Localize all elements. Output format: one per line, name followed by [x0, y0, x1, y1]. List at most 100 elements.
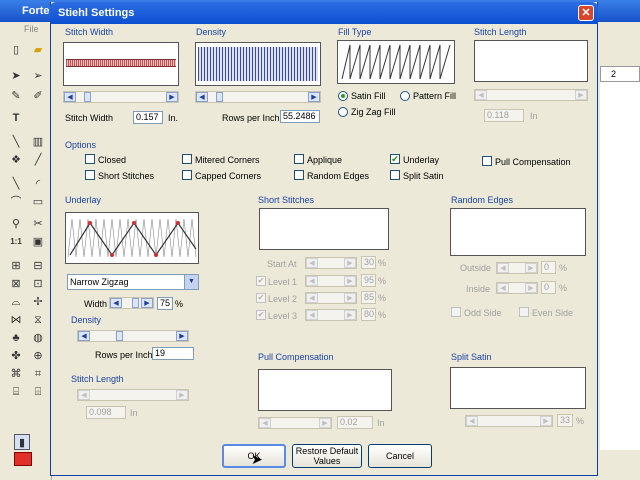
split-satin-checkbox[interactable] — [390, 170, 400, 180]
level1-slider[interactable]: ◀ ▶ — [305, 275, 357, 287]
stitch-tool-16-icon[interactable]: ⌹ — [30, 384, 46, 400]
capped-corners-checkbox[interactable] — [182, 170, 192, 180]
pull-comp-right-arrow-icon[interactable]: ▶ — [319, 418, 331, 428]
level3-input[interactable]: 80 — [361, 308, 376, 321]
level2-input[interactable]: 85 — [361, 291, 376, 304]
paint-icon[interactable]: ✎ — [8, 88, 24, 104]
rectangle-tool-icon[interactable]: ▭ — [30, 194, 46, 210]
arc-tool-icon[interactable]: ◜ — [30, 176, 46, 192]
stitch-tool-8-icon[interactable]: ⧖ — [30, 312, 46, 328]
pen-tool-icon[interactable]: ╱ — [30, 152, 46, 168]
measure-icon[interactable]: ✂ — [30, 216, 46, 232]
odd-side-checkbox[interactable] — [451, 307, 461, 317]
split-satin-slider[interactable]: ◀ ▶ — [465, 415, 553, 427]
stitch-tool-12-icon[interactable]: ⊕ — [30, 348, 46, 364]
stitch-width-left-arrow-icon[interactable]: ◀ — [64, 92, 76, 102]
mitered-corners-checkbox[interactable] — [182, 154, 192, 164]
thread-color-icon[interactable]: ▮ — [14, 434, 30, 450]
underlay-rows-input[interactable]: 19 — [152, 347, 194, 360]
underlay-density-left-arrow-icon[interactable]: ◀ — [78, 331, 90, 341]
menu-file[interactable]: File — [24, 24, 39, 34]
inside-left-arrow-icon[interactable]: ◀ — [497, 283, 509, 293]
underlay-stitch-length-left-arrow-icon[interactable]: ◀ — [78, 390, 90, 400]
outside-slider[interactable]: ◀ ▶ — [496, 262, 538, 274]
restore-default-values-button[interactable]: Restore Default Values — [292, 444, 362, 468]
stitch-length-left-arrow-icon[interactable]: ◀ — [475, 90, 487, 100]
short-stitches-checkbox[interactable] — [85, 170, 95, 180]
stitch-width-input[interactable]: 0.157 — [133, 111, 163, 124]
even-side-checkbox[interactable] — [519, 307, 529, 317]
density-slider[interactable]: ◀ ▶ — [195, 91, 321, 103]
level3-checkbox[interactable]: ✔ — [256, 310, 266, 320]
outside-left-arrow-icon[interactable]: ◀ — [497, 263, 509, 273]
stitch-length-slider[interactable]: ◀ ▶ — [474, 89, 588, 101]
level1-checkbox[interactable]: ✔ — [256, 276, 266, 286]
stitch-tool-15-icon[interactable]: ⌸ — [8, 384, 24, 400]
stitch-tool-6-icon[interactable]: ✢ — [30, 294, 46, 310]
inside-input[interactable]: 0 — [541, 281, 556, 294]
zoom-fit-icon[interactable]: ▣ — [30, 234, 46, 250]
open-folder-icon[interactable]: ▰ — [30, 42, 46, 58]
text-tool-icon[interactable]: T — [8, 110, 24, 126]
split-satin-right-arrow-icon[interactable]: ▶ — [540, 416, 552, 426]
level3-slider[interactable]: ◀ ▶ — [305, 309, 357, 321]
zoom-icon[interactable]: ⚲ — [8, 216, 24, 232]
underlay-width-slider[interactable]: ◀ ▶ — [109, 297, 154, 309]
level2-right-arrow-icon[interactable]: ▶ — [344, 293, 356, 303]
inside-right-arrow-icon[interactable]: ▶ — [525, 283, 537, 293]
new-file-icon[interactable]: ▯ — [8, 42, 24, 58]
satin-fill-radio[interactable] — [338, 91, 348, 101]
pull-comp-left-arrow-icon[interactable]: ◀ — [259, 418, 271, 428]
pull-compensation-input[interactable]: 0.02 — [337, 416, 373, 429]
rows-per-inch-input[interactable]: 55.2486 — [280, 110, 320, 123]
inside-slider[interactable]: ◀ ▶ — [496, 282, 538, 294]
underlay-stitch-length-right-arrow-icon[interactable]: ▶ — [176, 390, 188, 400]
diagonal-line-icon[interactable]: ╲ — [8, 176, 24, 192]
stitch-tool-11-icon[interactable]: ✤ — [8, 348, 24, 364]
color-swatch-red[interactable] — [14, 452, 32, 466]
split-satin-left-arrow-icon[interactable]: ◀ — [466, 416, 478, 426]
outside-input[interactable]: 0 — [541, 261, 556, 274]
underlay-checkbox[interactable]: ✔ — [390, 154, 400, 164]
stitch-tool-7-icon[interactable]: ⋈ — [8, 312, 24, 328]
fill-tool-icon[interactable]: ❖ — [8, 152, 24, 168]
start-at-right-arrow-icon[interactable]: ▶ — [344, 258, 356, 268]
cancel-button[interactable]: Cancel — [368, 444, 432, 468]
stitch-length-input[interactable]: 0.118 — [484, 109, 524, 122]
outside-right-arrow-icon[interactable]: ▶ — [525, 263, 537, 273]
start-at-input[interactable]: 30 — [361, 256, 376, 269]
level2-slider[interactable]: ◀ ▶ — [305, 292, 357, 304]
stitch-tool-2-icon[interactable]: ⊟ — [30, 258, 46, 274]
curve-tool-icon[interactable]: ⌒ — [8, 194, 24, 210]
dialog-close-button[interactable]: ✕ — [578, 5, 594, 21]
stitch-tool-13-icon[interactable]: ⌘ — [8, 366, 24, 382]
stitch-tool-5-icon[interactable]: ⌓ — [8, 294, 24, 310]
chevron-down-icon[interactable]: ▼ — [184, 275, 198, 289]
zoom-actual-icon[interactable]: 1:1 — [8, 234, 24, 250]
width-right-arrow-icon[interactable]: ▶ — [141, 298, 153, 308]
width-left-arrow-icon[interactable]: ◀ — [110, 298, 122, 308]
underlay-density-thumb[interactable] — [116, 331, 123, 341]
underlay-density-right-arrow-icon[interactable]: ▶ — [176, 331, 188, 341]
applique-checkbox[interactable] — [294, 154, 304, 164]
underlay-density-slider[interactable]: ◀ ▶ — [77, 330, 189, 342]
stitch-tool-10-icon[interactable]: ◍ — [30, 330, 46, 346]
design-canvas[interactable] — [600, 82, 640, 450]
closed-checkbox[interactable] — [85, 154, 95, 164]
stitch-tool-1-icon[interactable]: ⊞ — [8, 258, 24, 274]
stitch-tool-14-icon[interactable]: ⌗ — [30, 366, 46, 382]
level1-right-arrow-icon[interactable]: ▶ — [344, 276, 356, 286]
random-edges-checkbox[interactable] — [294, 170, 304, 180]
width-thumb[interactable] — [132, 298, 139, 308]
underlay-stitch-length-slider[interactable]: ◀ ▶ — [77, 389, 189, 401]
level2-left-arrow-icon[interactable]: ◀ — [306, 293, 318, 303]
level3-left-arrow-icon[interactable]: ◀ — [306, 310, 318, 320]
level3-right-arrow-icon[interactable]: ▶ — [344, 310, 356, 320]
line-tool-icon[interactable]: ╲ — [8, 134, 24, 150]
select-arrow-icon[interactable]: ➤ — [8, 68, 24, 84]
stitch-width-thumb[interactable] — [84, 92, 91, 102]
pull-compensation-slider[interactable]: ◀ ▶ — [258, 417, 332, 429]
level1-left-arrow-icon[interactable]: ◀ — [306, 276, 318, 286]
stitch-tool-9-icon[interactable]: ♣ — [8, 330, 24, 346]
stitch-width-slider[interactable]: ◀ ▶ — [63, 91, 179, 103]
